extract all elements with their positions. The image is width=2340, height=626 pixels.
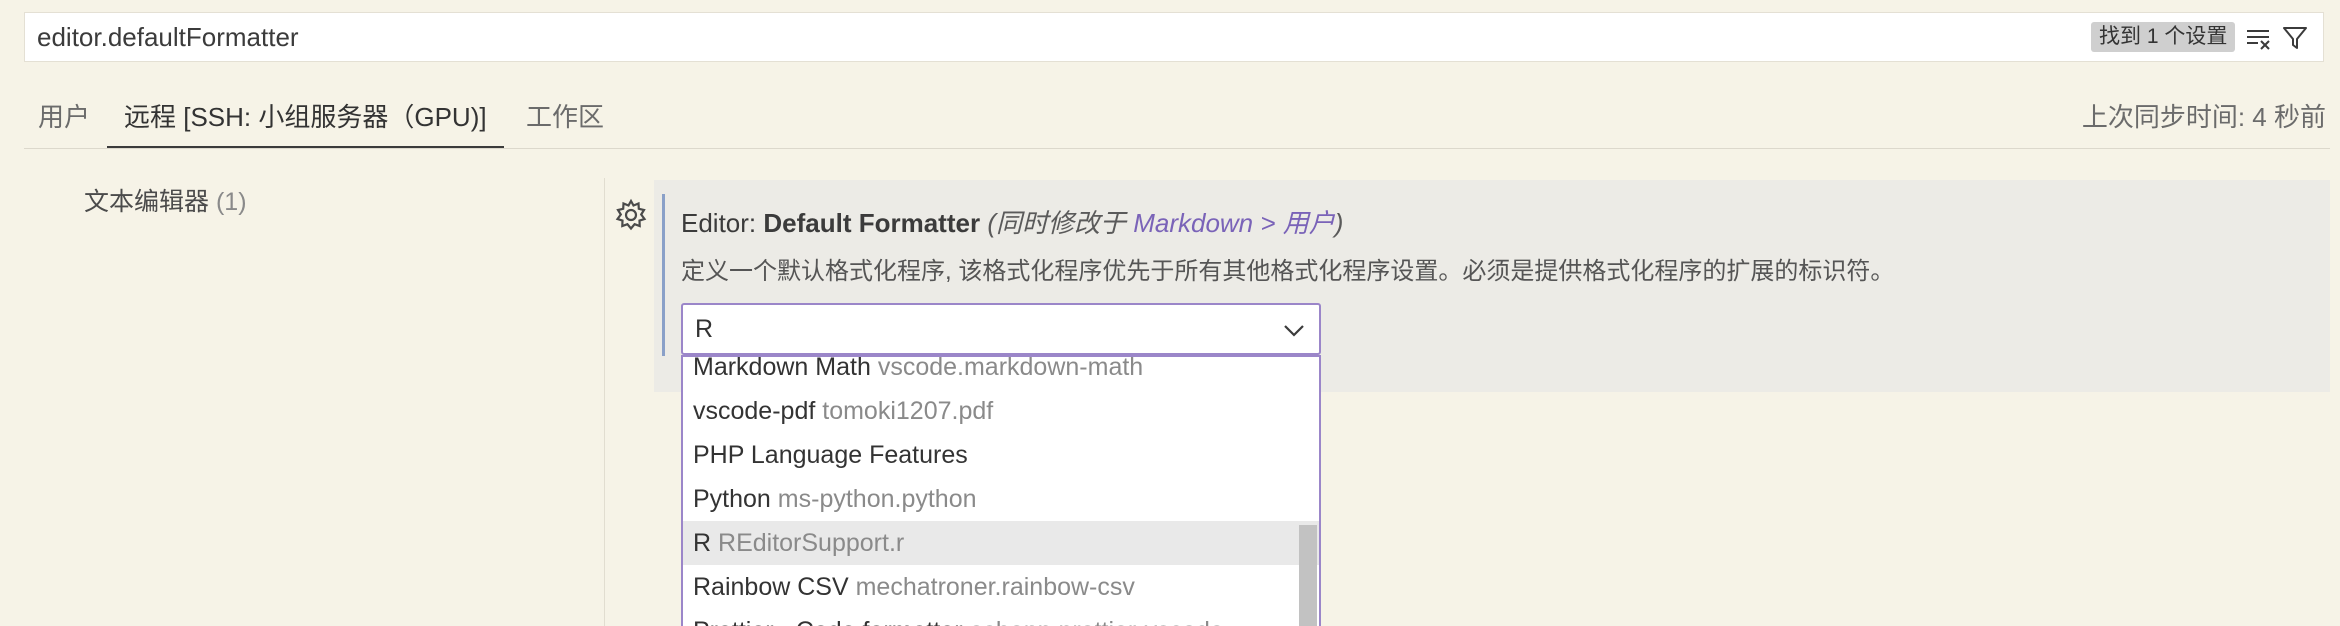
option-extension-id: esbenp.prettier-vscode	[969, 617, 1223, 626]
tabs-divider	[24, 148, 2330, 149]
option-name: R	[693, 529, 712, 557]
setting-title: Editor: Default Formatter (同时修改于 Markdow…	[681, 203, 1343, 240]
setting-modified-note: (同时修改于 Markdown > 用户)	[987, 208, 1344, 238]
option-name: PHP Language Features	[693, 441, 968, 469]
formatter-select[interactable]: R	[681, 303, 1321, 355]
formatter-dropdown-list[interactable]: Markdown Math vscode.markdown-math vscode…	[681, 355, 1321, 626]
option-extension-id: REditorSupport.r	[718, 529, 905, 557]
setting-focus-indicator	[662, 194, 665, 356]
option-name: Prettier - Code formatter	[693, 617, 963, 626]
dropdown-option[interactable]: R REditorSupport.r	[683, 521, 1319, 565]
clear-filter-icon[interactable]	[2243, 23, 2273, 53]
formatter-select-value: R	[695, 315, 714, 343]
dropdown-option[interactable]: Rainbow CSV mechatroner.rainbow-csv	[683, 565, 1319, 609]
toc-item-count: (1)	[215, 188, 247, 216]
toc-item-label: 文本编辑器	[84, 188, 210, 216]
dropdown-option[interactable]: vscode-pdf tomoki1207.pdf	[683, 389, 1319, 433]
option-extension-id: tomoki1207.pdf	[822, 397, 994, 425]
modified-in-link[interactable]: Markdown > 用户	[1133, 208, 1335, 238]
dropdown-scrollbar[interactable]	[1299, 525, 1317, 626]
option-name: vscode-pdf	[693, 397, 816, 425]
tab-user[interactable]: 用户	[38, 92, 90, 148]
option-extension-id: ms-python.python	[777, 485, 977, 513]
dropdown-option[interactable]: Markdown Math vscode.markdown-math	[683, 355, 1319, 389]
toc-item-text-editor[interactable]: 文本编辑器 (1)	[84, 182, 247, 218]
option-extension-id: vscode.markdown-math	[877, 355, 1144, 381]
option-name: Rainbow CSV	[693, 573, 849, 601]
chevron-down-icon	[1284, 325, 1304, 337]
search-result-count: 找到 1 个设置	[2091, 22, 2236, 52]
gear-icon[interactable]	[614, 198, 648, 232]
dropdown-option[interactable]: PHP Language Features	[683, 433, 1319, 477]
setting-category: Editor:	[681, 208, 764, 238]
toc-divider	[604, 178, 605, 626]
tab-workspace[interactable]: 工作区	[526, 92, 604, 148]
setting-name: Default Formatter	[763, 208, 981, 238]
settings-search-input[interactable]	[37, 13, 1537, 61]
option-name: Python	[693, 485, 771, 513]
filter-icon[interactable]	[2280, 23, 2310, 53]
setting-description: 定义一个默认格式化程序, 该格式化程序优先于所有其他格式化程序设置。必须是提供格…	[681, 258, 1895, 285]
sync-status: 上次同步时间: 4 秒前	[2081, 102, 2326, 132]
option-name: Markdown Math	[693, 355, 871, 381]
dropdown-option[interactable]: Python ms-python.python	[683, 477, 1319, 521]
dropdown-option[interactable]: Prettier - Code formatter esbenp.prettie…	[683, 609, 1319, 626]
option-extension-id: mechatroner.rainbow-csv	[855, 573, 1135, 601]
settings-scope-tabs: 用户 远程 [SSH: 小组服务器（GPU)] 工作区	[24, 92, 2324, 148]
settings-search-bar: 找到 1 个设置	[24, 12, 2324, 62]
tab-remote[interactable]: 远程 [SSH: 小组服务器（GPU)]	[107, 92, 504, 148]
